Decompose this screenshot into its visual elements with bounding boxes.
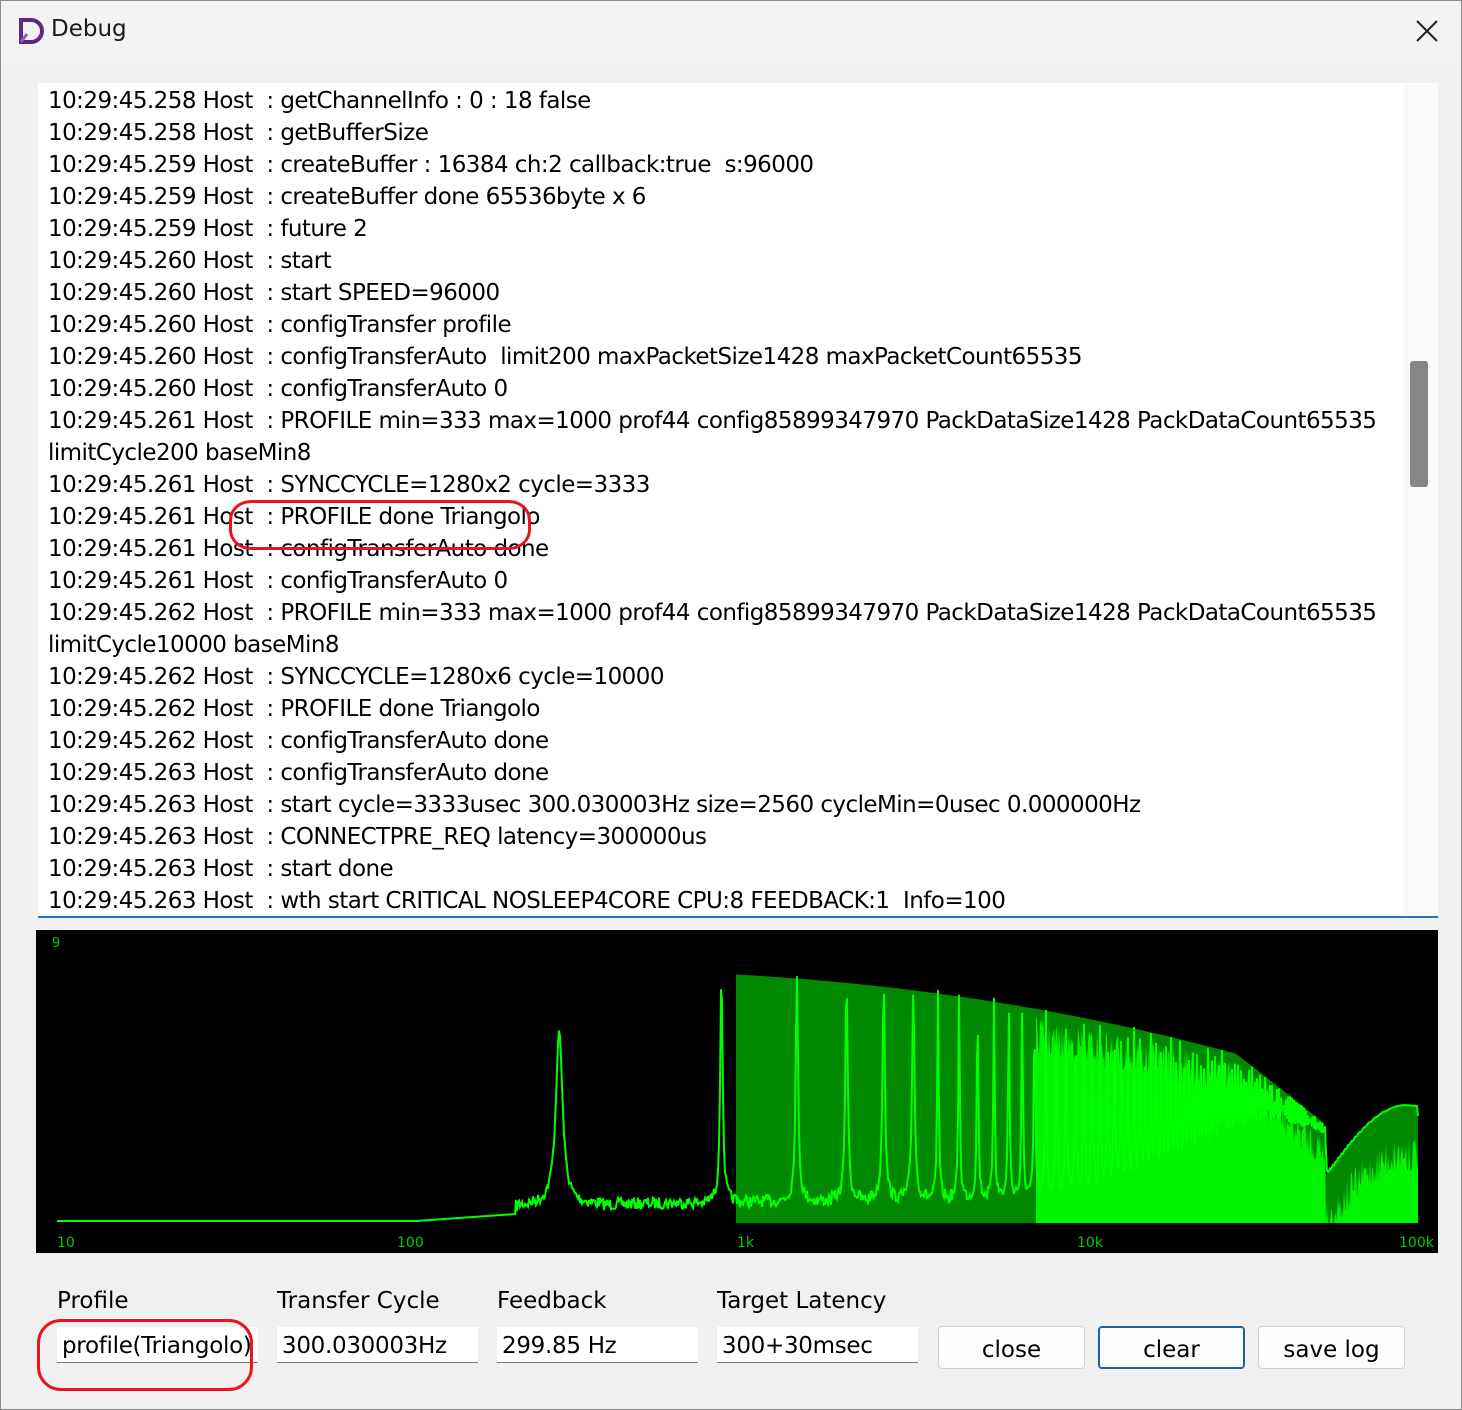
log-line: 10:29:45.260 Host : start SPEED=96000 [48, 280, 500, 306]
close-icon [1416, 20, 1438, 42]
log-line: 10:29:45.259 Host : future 2 [48, 216, 368, 242]
log-line: 10:29:45.258 Host : getChannelInfo : 0 :… [48, 88, 591, 114]
title-bar: Debug [1, 1, 1461, 63]
log-line: 10:29:45.262 Host : SYNCCYCLE=1280x6 cyc… [48, 664, 664, 690]
save-log-button[interactable]: save log [1258, 1326, 1405, 1369]
log-line: 10:29:45.261 Host : PROFILE done Triango… [48, 504, 540, 530]
close-button[interactable]: close [938, 1326, 1085, 1369]
log-line: 10:29:45.263 Host : configTransferAuto d… [48, 760, 549, 786]
spectrum-x-ticks: 10 100 1k 10k 100k [57, 1235, 1435, 1251]
log-lines: 10:29:45.258 Host : getChannelInfo : 0 :… [48, 85, 1398, 916]
log-line: 10:29:45.260 Host : configTransferAuto l… [48, 344, 1083, 370]
log-scrollbar[interactable] [1404, 83, 1438, 916]
transfer-cycle-label: Transfer Cycle [277, 1288, 440, 1314]
spectrum-plot [57, 974, 1419, 1223]
transfer-cycle-field[interactable]: 300.030003Hz [277, 1327, 478, 1363]
log-line: 10:29:45.258 Host : getBufferSize [48, 120, 429, 146]
spectrum-graph: 9 10 100 1k 10k 100k [52, 936, 1435, 1251]
log-line: limitCycle200 baseMin8 [48, 440, 311, 466]
profile-label: Profile [57, 1288, 129, 1314]
log-line: 10:29:45.262 Host : PROFILE done Triango… [48, 696, 540, 722]
log-line: 10:29:45.261 Host : SYNCCYCLE=1280x2 cyc… [48, 472, 650, 498]
log-line: 10:29:45.260 Host : configTransfer profi… [48, 312, 512, 338]
spectrum-x-tick: 10 [57, 1235, 75, 1251]
spectrum-x-tick: 100 [397, 1235, 424, 1251]
spectrum-y-label: 9 [52, 936, 60, 951]
log-line: 10:29:45.262 Host : configTransferAuto d… [48, 728, 549, 754]
target-latency-label: Target Latency [717, 1288, 887, 1314]
log-line: 10:29:45.260 Host : configTransferAuto 0 [48, 376, 508, 402]
log-line: 10:29:45.263 Host : CONNECTPRE_REQ laten… [48, 824, 707, 850]
spectrum-x-tick: 10k [1077, 1235, 1104, 1251]
log-line: 10:29:45.263 Host : start done [48, 856, 394, 882]
log-view[interactable]: 10:29:45.258 Host : getChannelInfo : 0 :… [38, 83, 1438, 918]
feedback-field[interactable]: 299.85 Hz [497, 1327, 698, 1363]
log-line: 10:29:45.263 Host : wth start CRITICAL N… [48, 888, 1006, 914]
log-line: 10:29:45.259 Host : createBuffer done 65… [48, 184, 646, 210]
log-line: 10:29:45.261 Host : configTransferAuto d… [48, 536, 549, 562]
spectrum-analyzer: 9 10 100 1k 10k 100k [36, 930, 1438, 1253]
log-line: 10:29:45.261 Host : configTransferAuto 0 [48, 568, 508, 594]
log-line: 10:29:45.261 Host : PROFILE min=333 max=… [48, 408, 1377, 434]
spectrum-x-tick: 100k [1399, 1235, 1435, 1251]
window-close-button[interactable] [1401, 9, 1453, 53]
spectrum-x-tick: 1k [737, 1235, 755, 1251]
app-logo-icon [19, 18, 44, 44]
log-line: 10:29:45.262 Host : PROFILE min=333 max=… [48, 600, 1377, 626]
log-line: limitCycle10000 baseMin8 [48, 632, 340, 658]
window-title: Debug [51, 16, 127, 42]
clear-button[interactable]: clear [1098, 1326, 1245, 1369]
feedback-label: Feedback [497, 1288, 607, 1314]
debug-window: Debug 10:29:45.258 Host : getChannelInfo… [0, 0, 1462, 1410]
target-latency-field[interactable]: 300+30msec [717, 1327, 918, 1363]
log-line: 10:29:45.263 Host : start cycle=3333usec… [48, 792, 1141, 818]
log-line: 10:29:45.259 Host : createBuffer : 16384… [48, 152, 814, 178]
profile-field[interactable]: profile(Triangolo) [57, 1327, 258, 1363]
scrollbar-thumb[interactable] [1410, 361, 1428, 487]
log-line: 10:29:45.260 Host : start [48, 248, 332, 274]
